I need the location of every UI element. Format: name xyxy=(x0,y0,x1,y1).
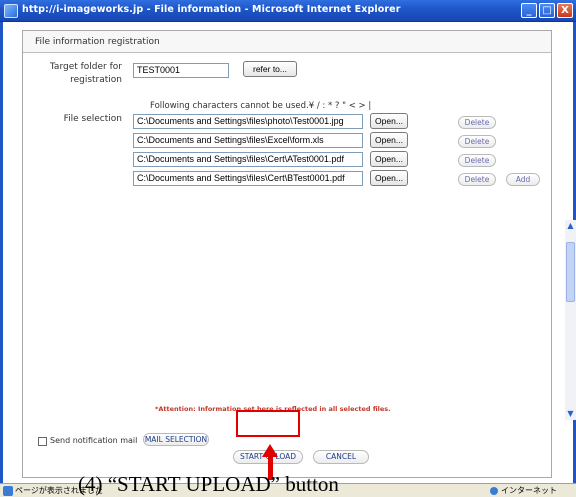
vertical-scrollbar[interactable]: ▲ ▼ xyxy=(565,220,576,420)
zone-text: インターネット xyxy=(501,486,557,495)
open-button-3[interactable]: Open... xyxy=(370,151,408,167)
internet-zone-icon xyxy=(490,487,498,495)
section-header: File information registration xyxy=(23,31,551,53)
mail-selection-button[interactable]: MAIL SELECTION xyxy=(143,433,209,446)
file-path-3[interactable]: C:\Documents and Settings\files\Cert\ATe… xyxy=(133,152,363,167)
scroll-thumb[interactable] xyxy=(566,242,575,302)
maximize-button[interactable]: □ xyxy=(539,3,555,18)
scroll-down-icon[interactable]: ▼ xyxy=(565,408,576,420)
chars-note: Following characters cannot be used.¥ / … xyxy=(150,101,372,111)
target-folder-input[interactable]: TEST0001 xyxy=(133,63,229,78)
scroll-up-icon[interactable]: ▲ xyxy=(565,220,576,232)
delete-button-4[interactable]: Delete xyxy=(458,173,496,186)
file-path-4[interactable]: C:\Documents and Settings\files\Cert\BTe… xyxy=(133,171,363,186)
cancel-button[interactable]: CANCEL xyxy=(313,450,369,464)
title-bar: http://i-imageworks.jp - File informatio… xyxy=(0,0,576,22)
target-folder-label: Target folder for xyxy=(49,62,122,72)
file-selection-label: File selection xyxy=(63,114,122,124)
target-folder-label-2: registration xyxy=(70,75,122,85)
open-button-1[interactable]: Open... xyxy=(370,113,408,129)
add-button[interactable]: Add xyxy=(506,173,540,186)
file-path-2[interactable]: C:\Documents and Settings\files\Excel\fo… xyxy=(133,133,363,148)
notify-checkbox[interactable] xyxy=(38,437,47,446)
ie-icon xyxy=(4,4,18,18)
minimize-button[interactable]: _ xyxy=(521,3,537,18)
window-title: http://i-imageworks.jp - File informatio… xyxy=(22,4,401,15)
caption: (4) “START UPLOAD” button xyxy=(78,472,339,496)
highlight-box xyxy=(236,410,300,437)
refer-button[interactable]: refer to... xyxy=(243,61,297,77)
delete-button-3[interactable]: Delete xyxy=(458,154,496,167)
section-title: File information registration xyxy=(35,37,160,47)
delete-button-2[interactable]: Delete xyxy=(458,135,496,148)
open-button-4[interactable]: Open... xyxy=(370,170,408,186)
close-button[interactable]: X xyxy=(557,3,573,18)
notify-label: Send notification mail xyxy=(50,436,138,445)
page-icon xyxy=(3,486,13,496)
delete-button-1[interactable]: Delete xyxy=(458,116,496,129)
open-button-2[interactable]: Open... xyxy=(370,132,408,148)
file-path-1[interactable]: C:\Documents and Settings\files\photo\Te… xyxy=(133,114,363,129)
